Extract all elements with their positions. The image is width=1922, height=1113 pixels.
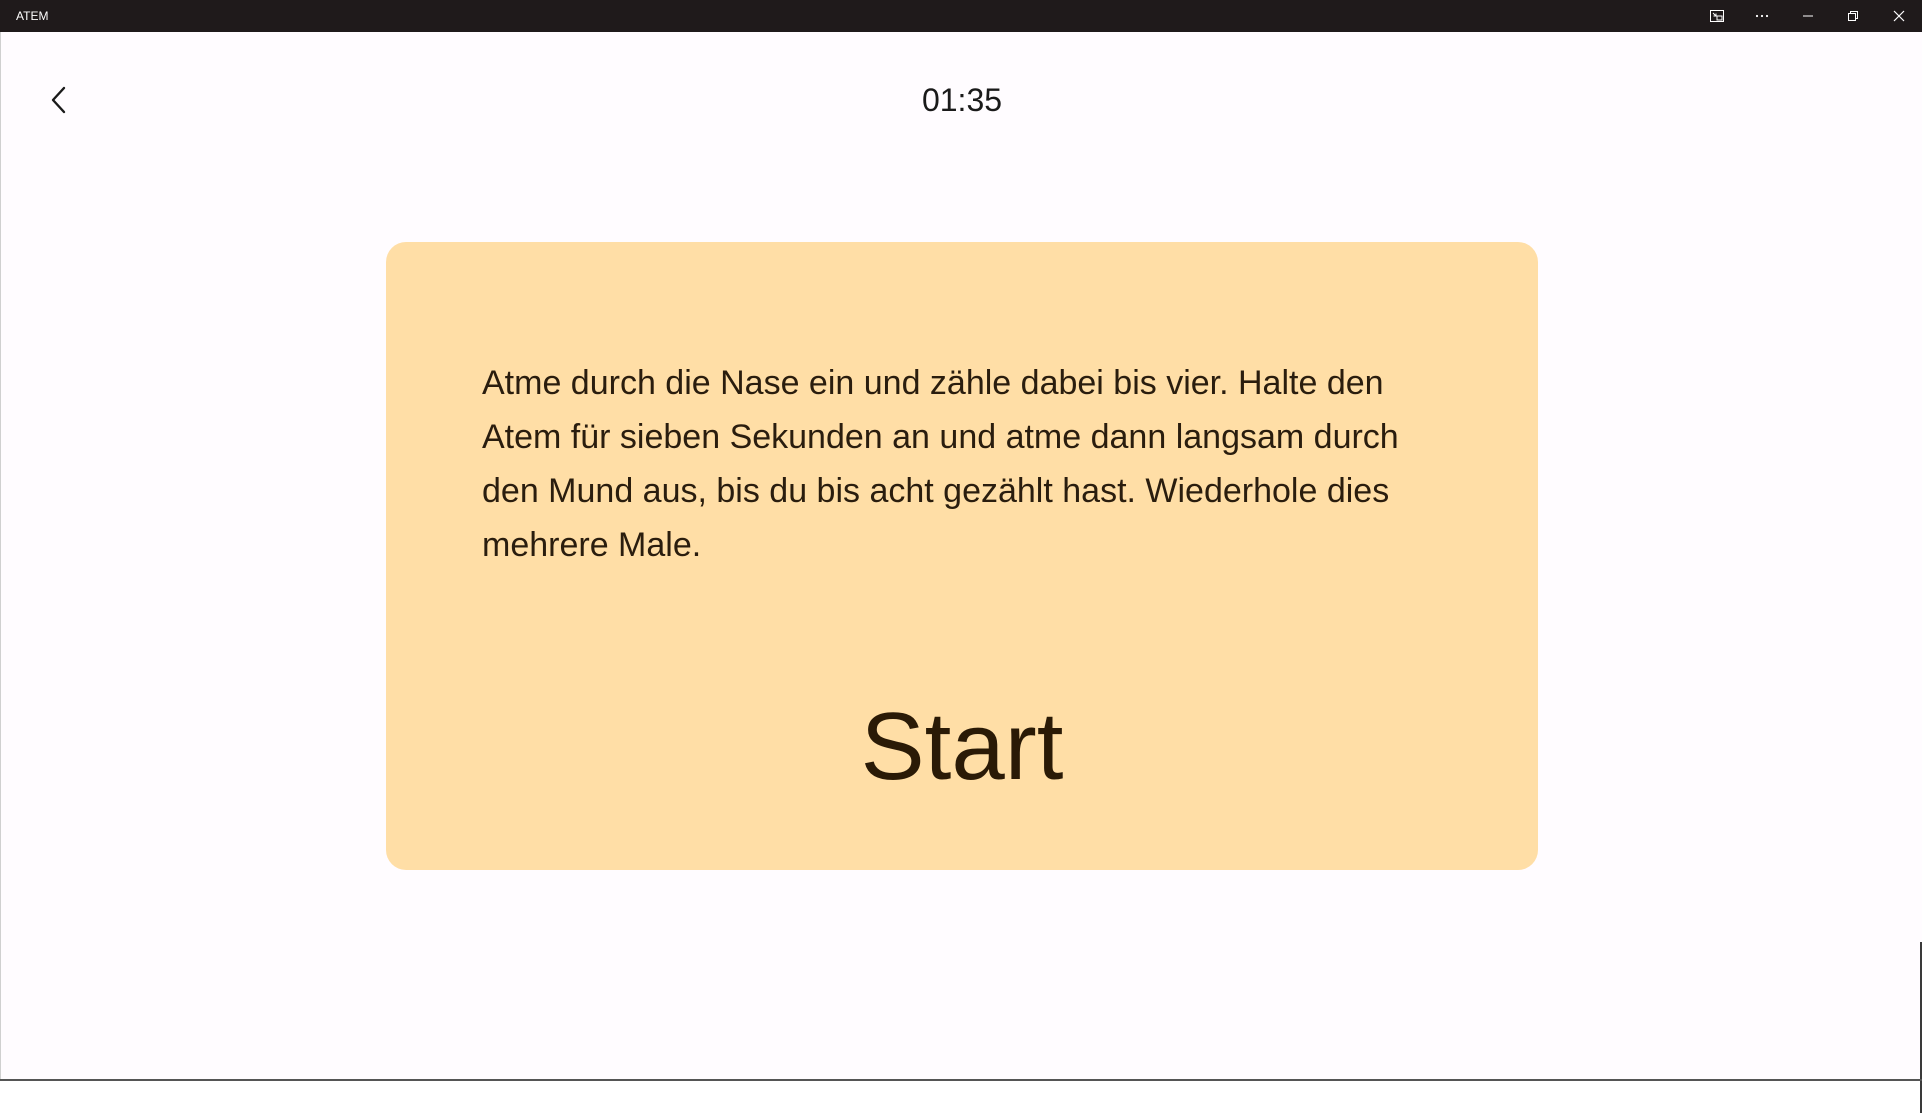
compact-overlay-icon	[1709, 8, 1725, 24]
exercise-card: Atme durch die Nase ein und zähle dabei …	[386, 242, 1538, 870]
app-window: ATEM 01:35 Atme durch die Nase ein und z…	[0, 0, 1922, 1113]
minimize-icon	[1802, 10, 1814, 22]
countdown-timer: 01:35	[921, 82, 1003, 118]
minimize-button[interactable]	[1785, 0, 1831, 32]
exercise-page: 01:35 Atme durch die Nase ein und zähle …	[0, 32, 1922, 1113]
start-button[interactable]: Start	[386, 692, 1538, 802]
close-button[interactable]	[1876, 0, 1922, 32]
close-icon	[1893, 10, 1905, 22]
restore-icon	[1847, 10, 1859, 22]
title-bar[interactable]: ATEM	[0, 0, 1922, 32]
more-options-button[interactable]	[1739, 0, 1785, 32]
app-title: ATEM	[16, 9, 49, 23]
compact-overlay-button[interactable]	[1694, 0, 1740, 32]
restore-button[interactable]	[1830, 0, 1876, 32]
instruction-text: Atme durch die Nase ein und zähle dabei …	[482, 364, 1399, 564]
more-icon	[1754, 8, 1770, 24]
